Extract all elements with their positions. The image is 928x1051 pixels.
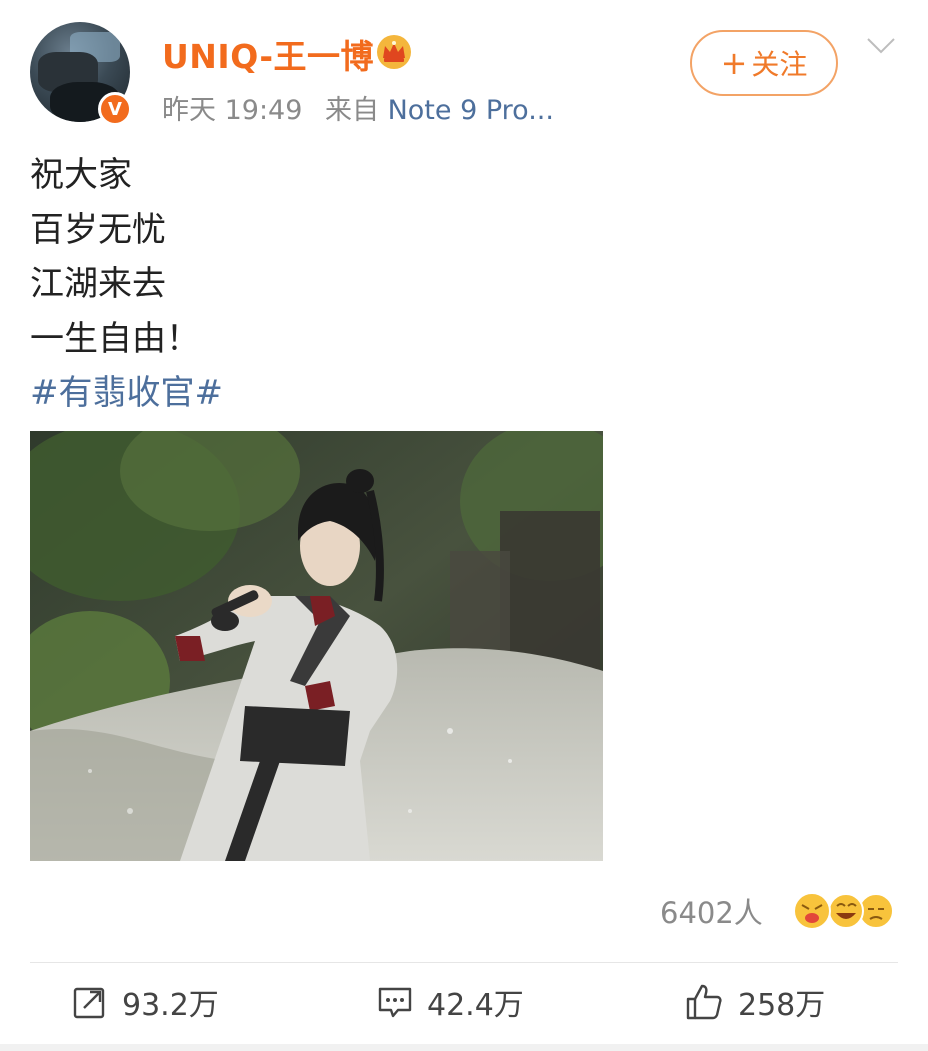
comment-count: 42.4万: [427, 988, 524, 1023]
post-source[interactable]: Note 9 Pro...: [388, 95, 554, 126]
source-prefix: 来自: [325, 95, 379, 126]
post-line: 江湖来去: [30, 264, 166, 304]
follow-label: 关注: [751, 48, 808, 81]
repost-icon: [73, 987, 105, 1019]
comment-button[interactable]: 42.4万: [377, 980, 524, 1024]
repost-button[interactable]: 93.2万: [72, 980, 219, 1024]
post-photo[interactable]: [30, 431, 603, 861]
like-button[interactable]: 258万: [684, 980, 825, 1024]
reaction-emojis-icon[interactable]: [790, 891, 896, 931]
crown-icon: [377, 35, 411, 69]
comment-icon: [378, 987, 412, 1018]
plus-icon: +: [720, 44, 748, 82]
reaction-count[interactable]: 6402人: [660, 890, 763, 932]
chevron-down-icon[interactable]: [866, 36, 896, 56]
post-line: 一生自由！: [30, 318, 200, 359]
like-icon: [686, 984, 722, 1020]
bottom-separator: [0, 1044, 928, 1051]
username[interactable]: UNIQ-王一博: [162, 30, 374, 78]
post-line: 祝大家: [30, 155, 132, 195]
post-time: 昨天 19:49: [162, 95, 303, 126]
like-count: 258万: [738, 988, 826, 1023]
post-line: 百岁无忧: [30, 209, 166, 250]
follow-button[interactable]: + 关注: [690, 30, 838, 96]
post-meta: 昨天 19:49 来自 Note 9 Pro...: [162, 88, 554, 127]
repost-count: 93.2万: [122, 988, 219, 1023]
post-body: 祝大家 百岁无忧 江湖来去 一生自由！ #有翡收官#: [30, 148, 223, 421]
hashtag-link[interactable]: #有翡收官#: [30, 366, 223, 421]
divider: [30, 962, 898, 963]
verified-badge-icon: V: [98, 92, 132, 126]
